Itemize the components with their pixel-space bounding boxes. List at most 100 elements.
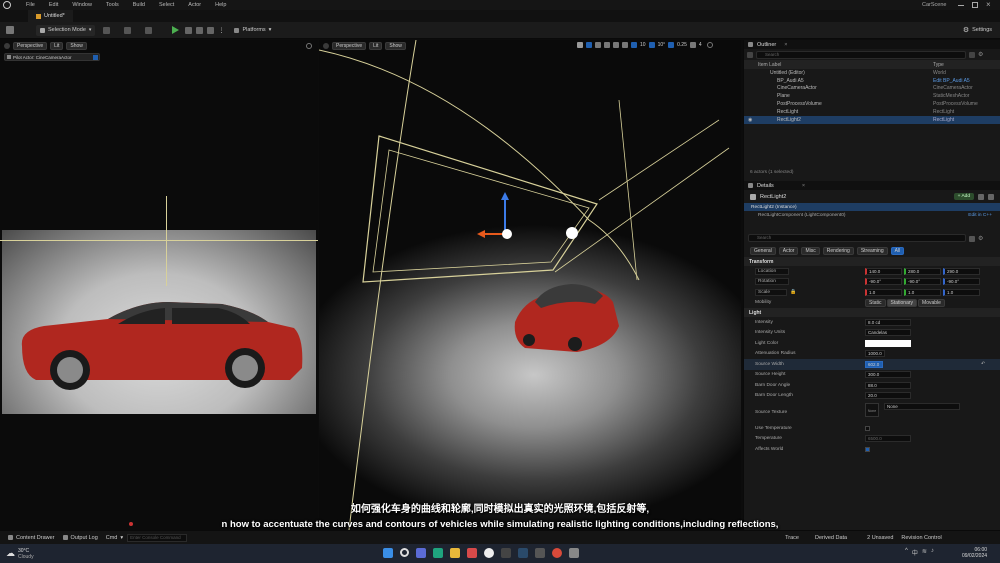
outliner-tab[interactable]: Outliner × [744,40,1000,49]
minimize-icon[interactable] [958,5,964,6]
outliner-row[interactable]: Untitled (Editor) World [744,69,1000,77]
temperature-field[interactable]: 6500.0 [865,435,911,443]
col-item-label[interactable]: Item Label [758,62,781,68]
attenuation-field[interactable]: 1000.0 [865,350,885,358]
volume-icon[interactable]: ♪ [931,548,934,557]
app-icon-2[interactable] [569,548,579,558]
light-section[interactable]: Light [744,308,1000,317]
viewport-perspective[interactable]: Perspective Lit Show 10 10° 0.25 4 [319,40,741,530]
visibility-eye-icon[interactable]: ◉ [748,117,752,123]
scale-x[interactable]: 1.0 [865,288,902,296]
row-type-link[interactable]: Edit BP_Audi A5 [933,78,970,84]
eject-icon[interactable] [207,26,215,34]
viewport-camera[interactable]: Perspective Lit Show Pilot Actor: CineCa… [0,40,318,530]
epic-launcher-icon[interactable] [501,548,511,558]
transform-section[interactable]: Transform [744,257,1000,266]
play-icon[interactable] [172,26,180,34]
weather-icon[interactable]: ☁ [6,548,15,559]
blueprint-icon[interactable] [978,193,984,200]
col-type[interactable]: Type [933,62,944,68]
tab-rendering[interactable]: Rendering [822,247,854,255]
console-input[interactable]: Enter Console Command [127,533,188,542]
selection-mode-button[interactable]: Selection Mode ▾ [36,24,96,36]
details-gear-icon[interactable]: ⚙ [978,235,983,242]
details-tab[interactable]: Details × [744,181,1000,190]
step-icon[interactable] [185,26,193,34]
close-icon[interactable]: × [802,183,805,189]
filter-icon[interactable] [969,51,975,58]
tab-misc[interactable]: Misc [801,247,820,255]
menu-tools[interactable]: Tools [106,2,119,8]
revision-control-button[interactable]: Revision Control [897,532,945,543]
outliner-settings-icon[interactable]: ⚙ [978,51,983,58]
stop-icon[interactable] [196,26,204,34]
menu-file[interactable]: File [26,2,35,8]
lock-icon[interactable]: 🔒 [790,289,796,295]
location-y[interactable]: 280.0 [904,267,941,275]
scale-y[interactable]: 1.0 [904,288,941,296]
barn-door-length-field[interactable]: 20.0 [865,392,911,400]
rotation-y[interactable]: -90.0° [904,278,941,286]
location-z[interactable]: 290.0 [943,267,980,275]
edit-cpp-link[interactable]: Edit in C++ [968,213,992,218]
add-filter-icon[interactable] [747,51,753,58]
property-matrix-icon[interactable] [969,236,975,242]
reset-arrow-icon[interactable]: ↶ [981,361,985,367]
location-dropdown[interactable]: Location [755,267,790,275]
scale-z[interactable]: 1.0 [943,288,980,296]
outliner-row[interactable]: RectLight RectLight [744,108,1000,116]
rotation-z[interactable]: -90.0° [943,278,980,286]
tab-general[interactable]: General [750,247,776,255]
rotation-dropdown[interactable]: Rotation [755,278,789,286]
trace-button[interactable]: Trace [781,532,803,543]
search-icon[interactable] [400,548,409,557]
maximize-icon[interactable] [972,2,978,8]
level-tab[interactable]: Untitled* [28,10,73,22]
intensity-units-dropdown[interactable]: Candelas [865,329,911,337]
save-icon[interactable] [6,26,14,34]
unsaved-button[interactable]: 2 Unsaved [863,532,897,543]
texture-thumbnail[interactable]: None [865,403,879,417]
content-drawer-button[interactable]: Content Drawer [4,532,59,543]
details-settings-icon[interactable] [988,193,994,200]
menu-edit[interactable]: Edit [49,2,58,8]
mobility-stationary[interactable]: Stationary [886,298,918,307]
barn-door-angle-field[interactable]: 88.0 [865,381,911,389]
location-x[interactable]: 140.0 [865,267,902,275]
app-icon[interactable] [535,548,545,558]
add-actor-icon[interactable] [103,26,111,34]
texture-dropdown[interactable]: None [884,403,960,410]
menu-select[interactable]: Select [159,2,174,8]
tray-chevron-icon[interactable]: ^ [905,548,908,557]
rotation-x[interactable]: -90.0° [865,278,902,286]
outliner-search-input[interactable]: Search [756,50,966,59]
unreal-logo-icon[interactable] [3,1,11,9]
weather-widget[interactable]: 30°C Cloudy [18,548,34,560]
outliner-row[interactable]: Plane StaticMeshActor [744,92,1000,100]
close-icon[interactable]: × [784,42,787,48]
output-log-button[interactable]: Output Log [59,532,102,543]
mobility-static[interactable]: Static [865,298,886,307]
steam-icon[interactable] [518,548,528,558]
cmd-dropdown[interactable]: Cmd ▾ [102,532,127,543]
light-color-swatch[interactable] [865,339,911,347]
component-row[interactable]: RectLightComponent (LightComponent0) Edi… [744,211,1000,219]
mobility-movable[interactable]: Movable [918,298,945,307]
scale-dropdown[interactable]: Scale [755,288,787,296]
menu-help[interactable]: Help [215,2,226,8]
affects-world-checkbox[interactable] [865,446,870,452]
add-component-button[interactable]: + Add [953,193,974,200]
clock[interactable]: 06:00 09/02/2024 [962,547,987,559]
edge-browser-icon[interactable] [433,548,443,558]
tab-all[interactable]: All [890,247,905,255]
menu-actor[interactable]: Actor [188,2,201,8]
chrome-icon[interactable] [552,548,562,558]
play-options-icon[interactable]: ⋮ [218,27,224,34]
use-temperature-checkbox[interactable] [865,425,870,431]
close-icon[interactable]: × [986,0,991,9]
language-icon[interactable]: 中 [912,548,918,557]
media-app-icon[interactable] [467,548,477,558]
wifi-icon[interactable]: ≋ [922,548,927,557]
outliner-row[interactable]: BP_Audi A5 Edit BP_Audi A5 [744,77,1000,85]
intensity-field[interactable]: 8.0 cd [865,318,911,326]
